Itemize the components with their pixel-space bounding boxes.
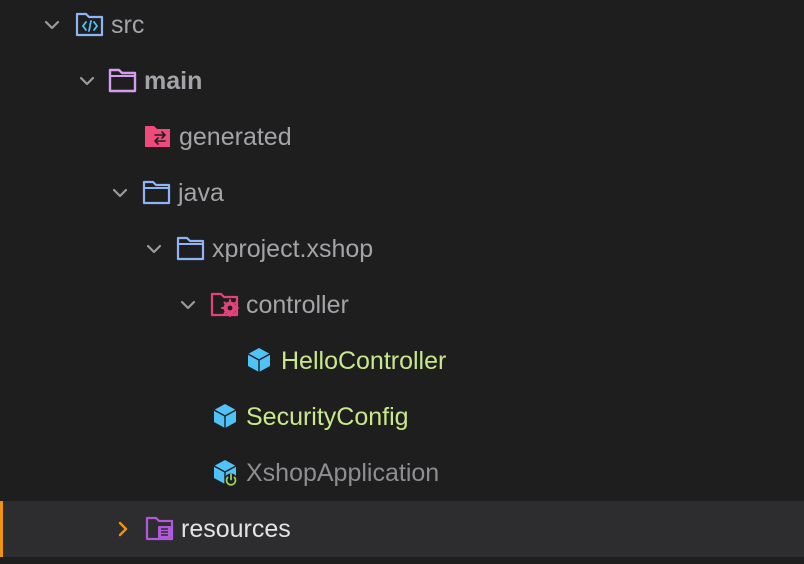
tree-item-xproject-xshop[interactable]: xproject.xshop bbox=[0, 221, 804, 277]
tree-item-controller[interactable]: controller bbox=[0, 277, 804, 333]
tree-item-label: HelloController bbox=[281, 347, 447, 375]
chevron-down-icon[interactable] bbox=[178, 277, 198, 333]
tree-item-label: controller bbox=[246, 291, 349, 319]
source-folder-icon bbox=[75, 9, 105, 39]
tree-item-label: XshopApplication bbox=[246, 459, 440, 487]
tree-item-label: resources bbox=[181, 515, 291, 543]
tree-item-generated[interactable]: generated bbox=[0, 109, 804, 165]
package-folder-icon bbox=[176, 233, 206, 263]
folder-icon bbox=[108, 65, 138, 95]
controller-folder-icon bbox=[210, 289, 240, 319]
project-tree: src main generated java xproject.xshop c… bbox=[0, 0, 804, 564]
tree-item-label: xproject.xshop bbox=[212, 235, 374, 263]
tree-item-java[interactable]: java bbox=[0, 165, 804, 221]
tree-item-src[interactable]: src bbox=[0, 0, 804, 53]
tree-item-label: src bbox=[111, 11, 145, 39]
folder-icon bbox=[142, 177, 172, 207]
tree-item-label: generated bbox=[179, 123, 292, 151]
chevron-down-icon[interactable] bbox=[42, 0, 62, 53]
spring-boot-class-icon bbox=[210, 457, 240, 487]
tree-item-securityconfig[interactable]: SecurityConfig bbox=[0, 389, 804, 445]
tree-item-label: SecurityConfig bbox=[246, 403, 409, 431]
chevron-down-icon[interactable] bbox=[110, 165, 130, 221]
tree-item-label: main bbox=[144, 67, 203, 95]
generated-folder-icon bbox=[143, 121, 173, 151]
tree-item-main[interactable]: main bbox=[0, 53, 804, 109]
tree-item-xshopapplication[interactable]: XshopApplication bbox=[0, 445, 804, 501]
chevron-down-icon[interactable] bbox=[144, 221, 164, 277]
class-icon bbox=[244, 345, 274, 375]
chevron-down-icon[interactable] bbox=[77, 53, 97, 109]
class-icon bbox=[210, 401, 240, 431]
tree-item-resources[interactable]: resources bbox=[0, 501, 804, 557]
resources-folder-icon bbox=[145, 513, 175, 543]
tree-item-hellocontroller[interactable]: HelloController bbox=[0, 333, 804, 389]
tree-item-label: java bbox=[178, 179, 224, 207]
chevron-right-icon[interactable] bbox=[113, 501, 133, 557]
